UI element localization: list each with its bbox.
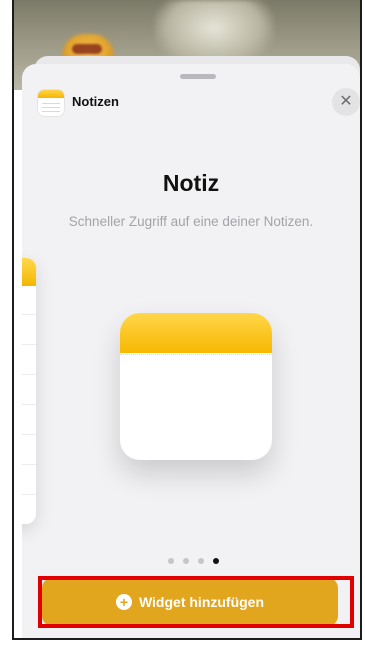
highlight-box bbox=[38, 576, 354, 628]
widget-title: Notiz bbox=[162, 170, 220, 196]
widget-description: Schneller Zugriff auf eine deiner Notize… bbox=[68, 214, 314, 229]
page-dot-1[interactable] bbox=[168, 558, 174, 564]
app-name: Notizen bbox=[72, 94, 119, 109]
notes-app-icon bbox=[38, 90, 64, 116]
page-dot-4[interactable] bbox=[213, 558, 219, 564]
frame-border-bottom bbox=[12, 638, 362, 640]
widget-gallery-screen: Notizen ✕ Notiz Schneller Zugriff auf ei… bbox=[0, 0, 365, 649]
xmark-icon: ✕ bbox=[339, 93, 353, 110]
note-widget-preview[interactable] bbox=[120, 313, 272, 460]
close-button[interactable]: ✕ bbox=[332, 88, 360, 116]
page-dot-3[interactable] bbox=[198, 558, 204, 564]
page-dot-2[interactable] bbox=[183, 558, 189, 564]
widget-sheet: Notizen ✕ Notiz Schneller Zugriff auf ei… bbox=[22, 64, 360, 638]
wallpaper-emoji-mouth bbox=[72, 44, 102, 54]
previous-widget-preview[interactable] bbox=[22, 258, 36, 524]
frame-border-left bbox=[12, 0, 14, 640]
sheet-grabber[interactable] bbox=[180, 74, 216, 79]
frame-border-right bbox=[360, 0, 362, 640]
page-indicator[interactable] bbox=[168, 558, 219, 564]
